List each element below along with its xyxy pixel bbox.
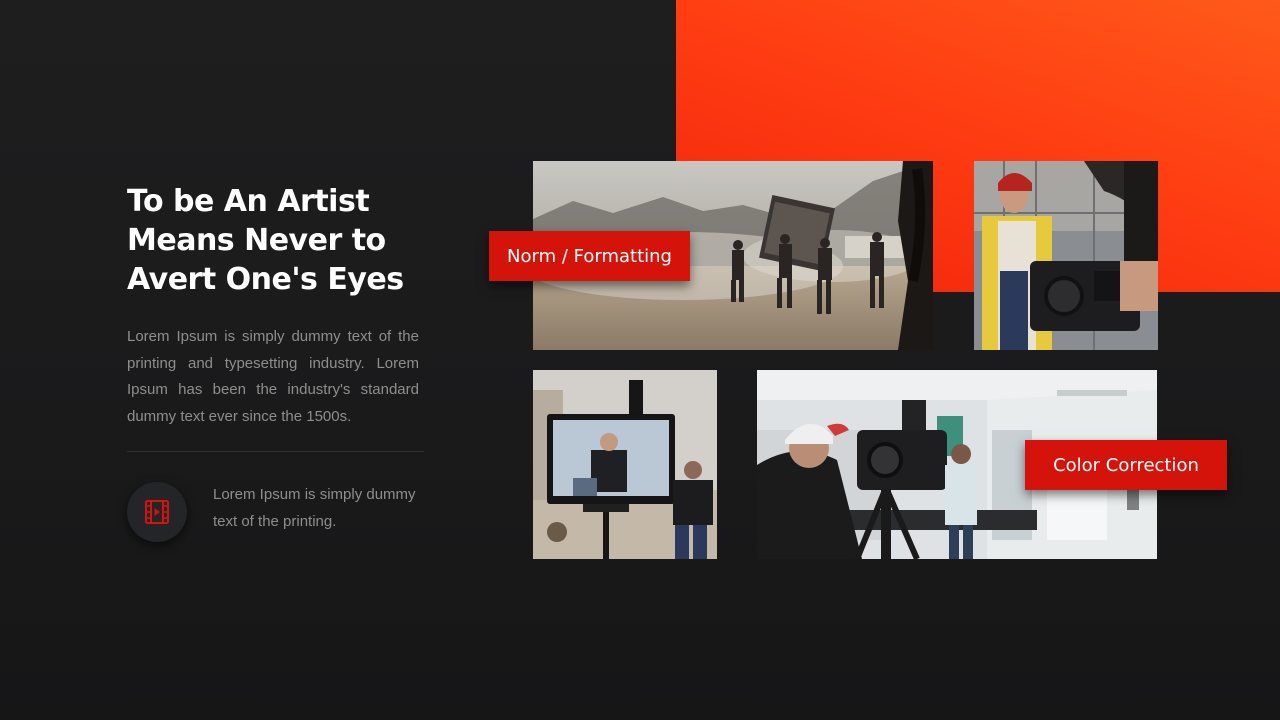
camera-operator-photo xyxy=(974,161,1158,350)
slide: To be An Artist Means Never to Avert One… xyxy=(0,0,1280,720)
body-paragraph: Lorem Ipsum is simply dummy text of the … xyxy=(127,328,419,425)
norm-formatting-label: Norm / Formatting xyxy=(489,231,690,281)
title-line: To be An Artist xyxy=(127,184,370,219)
divider xyxy=(127,451,424,452)
film-strip-icon xyxy=(145,500,169,524)
slide-title: To be An Artist Means Never to Avert One… xyxy=(127,182,447,299)
title-line: Means Never to xyxy=(127,223,386,258)
feature-icon-circle xyxy=(127,482,187,542)
feature-text: Lorem Ipsum is simply dummy text of the … xyxy=(213,486,416,530)
title-line: Avert One's Eyes xyxy=(127,262,404,297)
interview-monitor-photo xyxy=(533,370,717,559)
color-correction-label: Color Correction xyxy=(1025,440,1227,490)
